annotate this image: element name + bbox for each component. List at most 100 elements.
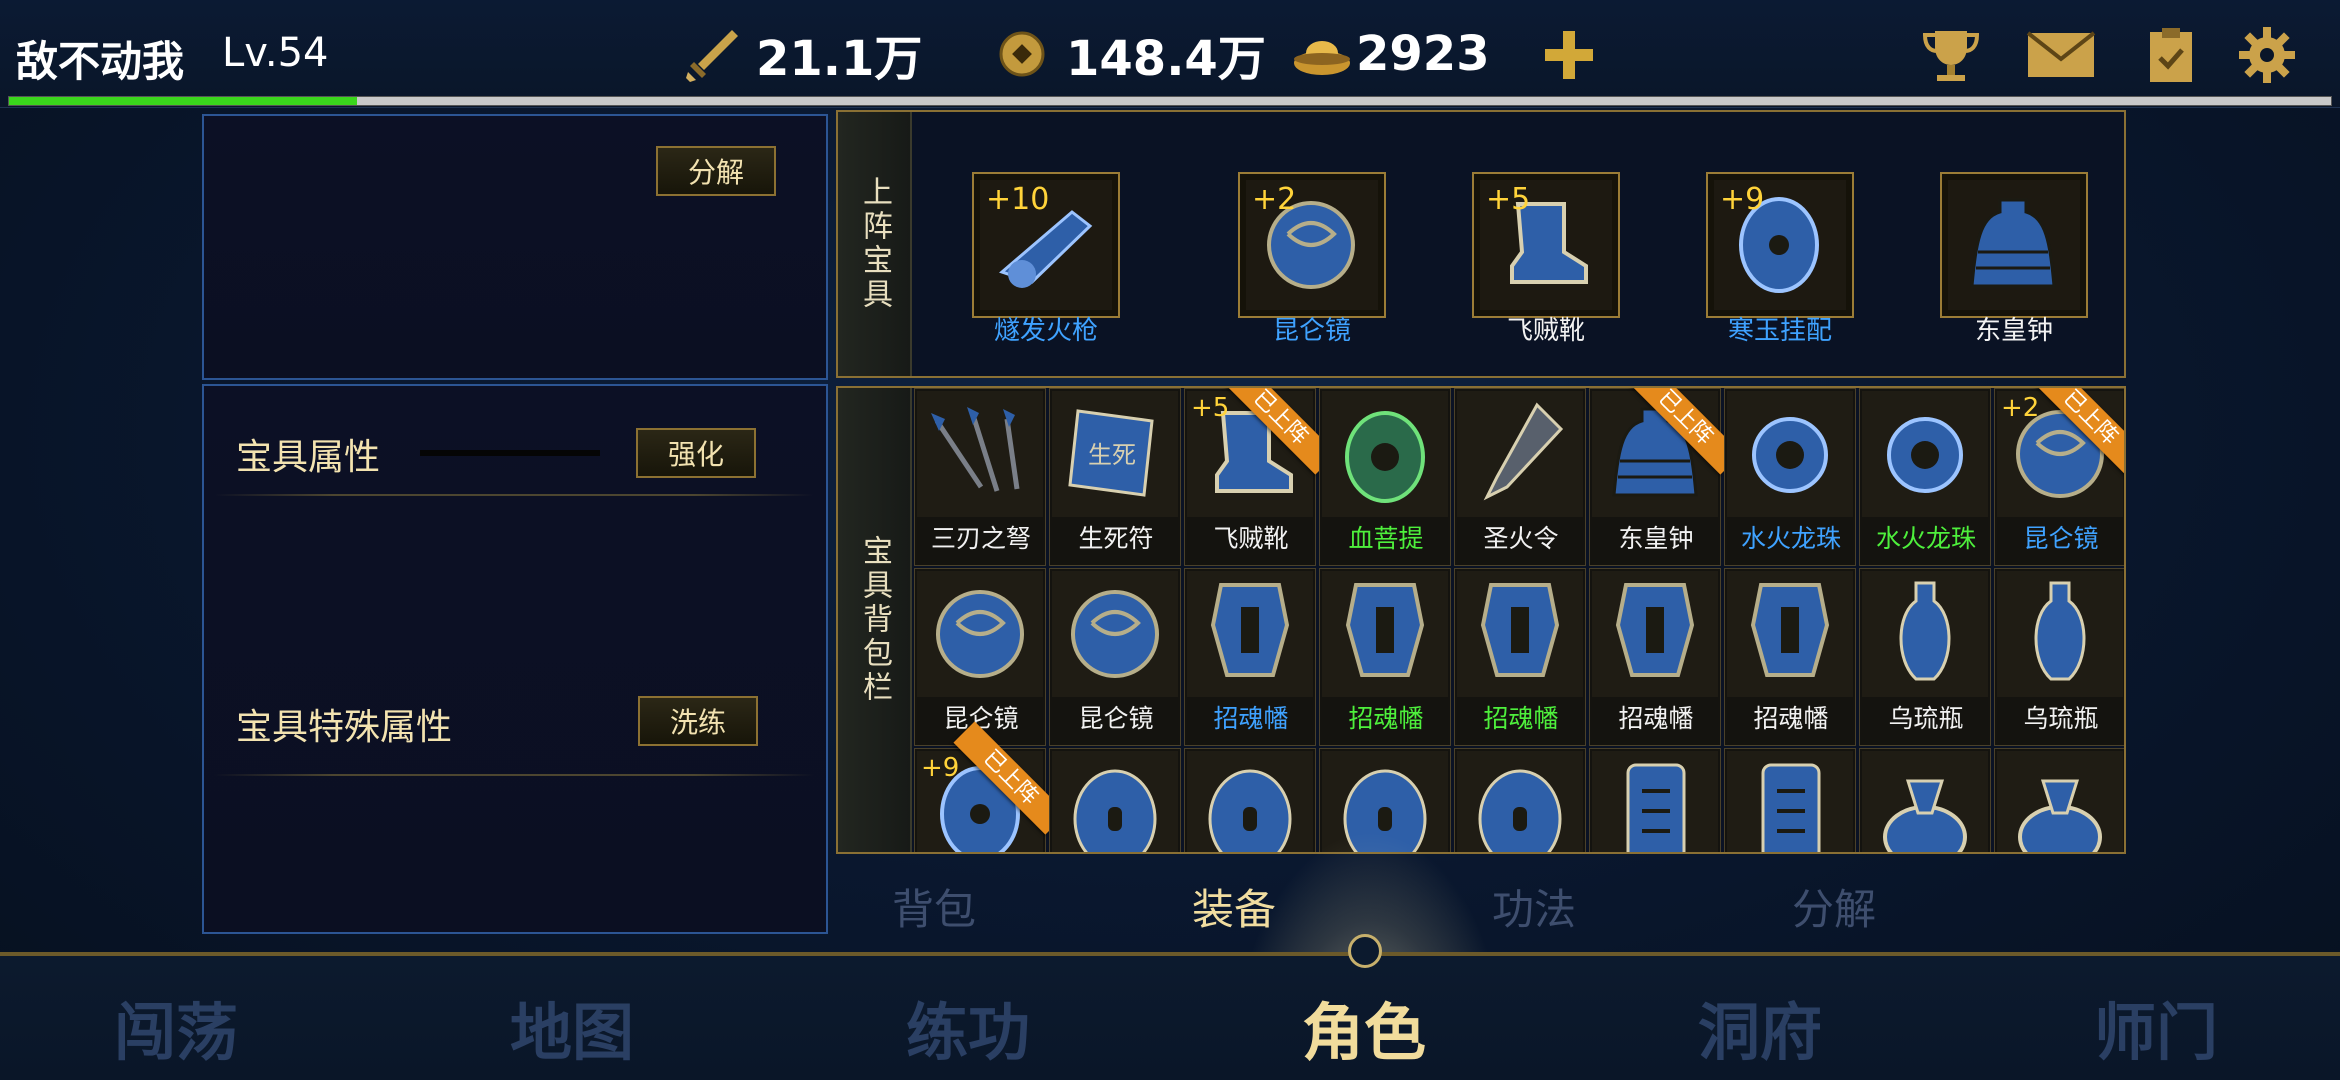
bag-item[interactable]: 招魂幡: [1454, 568, 1586, 746]
coin-icon: [990, 24, 1054, 84]
equipped-slot[interactable]: [1940, 172, 2088, 318]
player-name: 敌不动我: [16, 37, 185, 86]
bag-item-name: 三刃之弩: [930, 524, 1031, 553]
bag-item[interactable]: 三刃之弩: [914, 388, 1046, 566]
token-icon: [1457, 391, 1583, 517]
bag-item[interactable]: +5 已上阵 飞贼靴: [1184, 388, 1337, 566]
svg-text:生死: 生死: [1088, 441, 1136, 469]
power-value: 21.1万: [756, 31, 923, 87]
vase-icon: [1862, 571, 1988, 697]
item-detail-panel: 分解: [202, 114, 828, 380]
bag-item[interactable]: 招魂幡: [1319, 568, 1451, 746]
bag-item[interactable]: 圣火令: [1454, 388, 1586, 566]
equipped-treasures-panel: 上阵宝具 +10 燧发火枪 +2 昆仑镜 +5 飞贼靴 +9 寒玉挂配 东皇钟: [836, 110, 2126, 378]
nav-map[interactable]: 地图: [510, 982, 634, 1072]
gear-icon[interactable]: [2232, 24, 2302, 86]
subtab-equipment[interactable]: 装备: [1192, 876, 1276, 937]
banner-icon: [1592, 571, 1718, 697]
bag-item-name: 乌琉瓶: [1888, 704, 1964, 733]
bag-item[interactable]: [1049, 748, 1181, 852]
enhance-level: +5: [1486, 182, 1531, 217]
enhance-level: +9: [921, 753, 960, 783]
banner-icon: [1187, 571, 1313, 697]
bag-item-name: 招魂幡: [1213, 704, 1289, 733]
bag-item-name: 飞贼靴: [1213, 524, 1289, 553]
jade-disc-icon: [1052, 751, 1178, 852]
bag-item-name: 水火龙珠: [1740, 524, 1841, 553]
bag-item[interactable]: 水火龙珠: [1859, 388, 1991, 566]
crossbow-bolts-icon: [917, 391, 1043, 517]
bag-item[interactable]: 已上阵 东皇钟: [1589, 388, 1742, 566]
subtab-decompose[interactable]: 分解: [1792, 876, 1876, 937]
bag-item[interactable]: [1724, 748, 1856, 852]
bag-item-name: 昆仑镜: [1078, 704, 1154, 733]
equipped-slot[interactable]: +10: [972, 172, 1120, 318]
coins-value: 148.4万: [1066, 31, 1266, 87]
subtab-skills[interactable]: 功法: [1492, 876, 1576, 937]
bag-item[interactable]: 水火龙珠: [1724, 388, 1856, 566]
bag-item[interactable]: 生死生死符: [1049, 388, 1181, 566]
bag-item[interactable]: 招魂幡: [1184, 568, 1316, 746]
enhance-button[interactable]: 强化: [636, 428, 756, 478]
item-attribute-panel: 宝具属性 强化 宝具特殊属性 洗练: [202, 384, 828, 934]
bag-item[interactable]: [1589, 748, 1721, 852]
equipped-slot[interactable]: +2: [1238, 172, 1386, 318]
nav-adventure[interactable]: 闯荡: [114, 982, 238, 1072]
equipped-item-name: 昆仑镜: [1272, 316, 1351, 346]
enhance-level: +9: [1720, 182, 1765, 217]
bag-item-name: 生死符: [1078, 524, 1154, 553]
xp-bar-fill: [9, 97, 358, 105]
bag-item-name: 招魂幡: [1753, 704, 1829, 733]
seal-tablet-icon: [1727, 751, 1853, 852]
equipped-slot[interactable]: +5: [1472, 172, 1620, 318]
plus-icon[interactable]: [1534, 24, 1604, 86]
bag-item[interactable]: 昆仑镜: [914, 568, 1046, 746]
banner-icon: [1727, 571, 1853, 697]
banner-icon: [1457, 571, 1583, 697]
clipboard-icon[interactable]: [2136, 24, 2206, 86]
bag-item-name: 东皇钟: [1618, 524, 1694, 553]
player-level: Lv.54: [222, 30, 329, 76]
equipped-slot[interactable]: +9: [1706, 172, 1854, 318]
ingot-icon: [1290, 24, 1354, 84]
bag-item[interactable]: 昆仑镜: [1049, 568, 1181, 746]
bodhi-icon: [1322, 391, 1448, 517]
treasure-bag-panel: 宝具背包栏 三刃之弩 生死 生死符 +5 已上阵 飞贼靴 血菩提 圣火令 已上阵 东皇钟 水火龙珠水…: [836, 386, 2126, 854]
top-bar: 敌不动我 Lv.54 21.1万 148.4万 2923: [0, 0, 2340, 108]
equipped-item-name: 燧发火枪: [993, 316, 1098, 346]
bag-item[interactable]: +2 已上阵 昆仑镜: [1994, 388, 2124, 566]
decompose-button[interactable]: 分解: [656, 146, 776, 196]
bag-item-name: 招魂幡: [1483, 704, 1559, 733]
sword-icon: [680, 24, 744, 84]
power-display: 21.1万: [680, 24, 922, 87]
lamp-icon: [1997, 751, 2123, 852]
nav-training[interactable]: 练功: [906, 982, 1030, 1072]
nav-sect[interactable]: 师门: [2094, 982, 2218, 1072]
refine-button[interactable]: 洗练: [638, 696, 758, 746]
special-attribute-title: 宝具特殊属性: [236, 707, 453, 748]
trophy-icon[interactable]: [1916, 24, 1986, 86]
nav-cave[interactable]: 洞府: [1698, 982, 1822, 1072]
mirror-icon: [917, 571, 1043, 697]
bag-item[interactable]: 乌琉瓶: [1859, 568, 1991, 746]
mail-icon[interactable]: [2026, 24, 2096, 86]
bag-item[interactable]: 乌琉瓶: [1994, 568, 2124, 746]
bag-item[interactable]: +9 已上阵: [914, 721, 1067, 852]
enhance-level: +2: [2001, 393, 2040, 423]
equipped-item-name: 东皇钟: [1974, 316, 2053, 346]
bag-item[interactable]: [1994, 748, 2124, 852]
bag-item[interactable]: [1859, 748, 1991, 852]
bag-item-name: 招魂幡: [1348, 704, 1424, 733]
divider: [214, 774, 814, 776]
bag-label: 宝具背包栏: [838, 388, 912, 852]
bag-item[interactable]: 血菩提: [1319, 388, 1451, 566]
equipped-item-name: 寒玉挂配: [1727, 316, 1832, 346]
subtab-bag[interactable]: 背包: [892, 876, 976, 937]
nav-character[interactable]: 角色: [1302, 982, 1426, 1072]
attribute-title: 宝具属性: [236, 437, 381, 478]
bag-item[interactable]: 招魂幡: [1724, 568, 1856, 746]
bag-item[interactable]: 招魂幡: [1589, 568, 1721, 746]
ingots-value: 2923: [1356, 26, 1490, 82]
bag-item-name: 昆仑镜: [2023, 524, 2099, 553]
xp-bar: [8, 96, 2332, 106]
